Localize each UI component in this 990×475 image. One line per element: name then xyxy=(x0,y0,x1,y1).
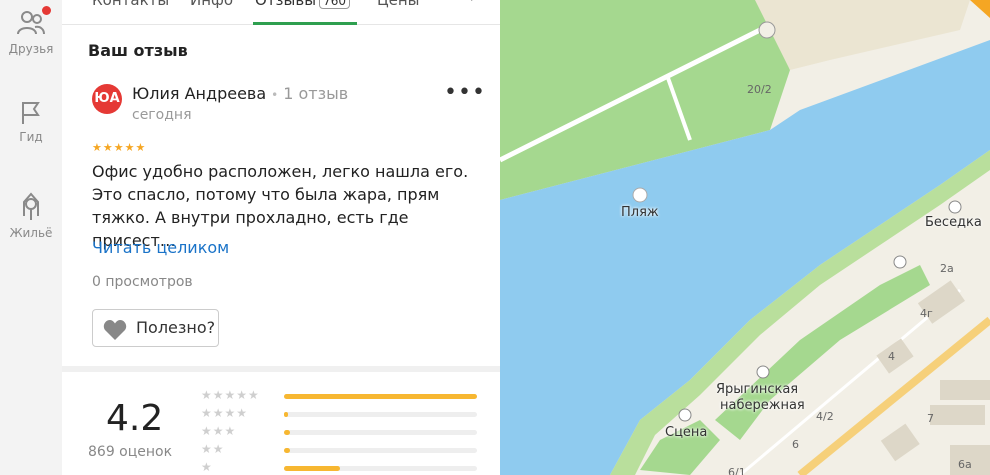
map-house-number: 6а xyxy=(958,458,972,471)
distribution-bar-track xyxy=(284,448,477,453)
map-house-number: 6/1 xyxy=(728,466,746,475)
sidebar-item-guide[interactable]: Гид xyxy=(0,100,62,144)
more-options-icon[interactable]: ••• xyxy=(444,82,486,104)
map-house-number: 2а xyxy=(940,262,954,275)
sidebar-item-label: Жильё xyxy=(9,226,53,240)
average-rating: 4.2 xyxy=(106,398,164,439)
review-text-line: Офис удобно расположен, легко нашла его. xyxy=(92,162,469,181)
map-house-number: 6 xyxy=(792,438,799,451)
distribution-stars: ★★★ xyxy=(201,424,237,438)
review-author: Юлия Андреева • 1 отзыв xyxy=(132,84,348,103)
map-house-number: 4 xyxy=(888,350,895,363)
map-label-embankment-2[interactable]: набережная xyxy=(720,398,805,413)
distribution-bar-fill xyxy=(284,448,290,453)
distribution-stars: ★ xyxy=(201,460,213,474)
review-date: сегодня xyxy=(132,107,192,123)
map-label-beach[interactable]: Пляж xyxy=(621,205,659,220)
distribution-bar-fill xyxy=(284,466,340,471)
sidebar-item-label: Гид xyxy=(19,130,43,144)
map-house-number: 4/2 xyxy=(816,410,834,423)
flag-icon xyxy=(22,102,40,124)
review-text-line: Это спасло, потому что была жара, прям xyxy=(92,185,440,204)
distribution-bar-track xyxy=(284,412,477,417)
tab-reviews-label: Отзывы xyxy=(255,0,317,9)
section-divider xyxy=(62,366,500,372)
distribution-bar-track xyxy=(284,430,477,435)
notification-dot xyxy=(42,6,51,15)
section-title: Ваш отзыв xyxy=(88,41,188,60)
map-label-gazebo[interactable]: Беседка xyxy=(925,215,982,230)
avatar[interactable]: ЮА xyxy=(92,84,122,114)
distribution-bar-fill xyxy=(284,412,288,417)
distribution-bar-fill xyxy=(284,430,290,435)
map-label-stage[interactable]: Сцена xyxy=(665,425,707,440)
distribution-bar-track xyxy=(284,394,477,399)
tab-info[interactable]: Инфо xyxy=(190,0,233,9)
author-name[interactable]: Юлия Андреева xyxy=(132,84,266,103)
map-house-number: 20/2 xyxy=(747,83,772,96)
place-card-panel: Контакты Инфо Отзывы760 Цены › Ваш отзыв… xyxy=(62,0,500,475)
distribution-bar-track xyxy=(284,466,477,471)
useful-label: Полезно? xyxy=(136,318,216,337)
distribution-bar-fill xyxy=(284,394,477,399)
map-label-embankment-1[interactable]: Ярыгинская xyxy=(716,382,798,397)
distribution-stars: ★★★★★ xyxy=(201,388,260,402)
tab-reviews[interactable]: Отзывы 760 xyxy=(255,0,350,9)
separator-dot: • xyxy=(271,88,279,102)
useful-button[interactable]: Полезно? xyxy=(92,309,219,347)
left-rail: Друзья Гид Жильё xyxy=(0,0,63,475)
distribution-stars: ★★★★ xyxy=(201,406,249,420)
read-more-link[interactable]: Читать целиком xyxy=(92,238,229,257)
tab-prices[interactable]: Цены xyxy=(377,0,420,9)
tab-bar: Контакты Инфо Отзывы760 Цены › xyxy=(62,0,500,25)
author-reviews-count: 1 отзыв xyxy=(283,84,349,103)
map-house-number: 4г xyxy=(920,307,933,320)
sidebar-item-housing[interactable]: Жильё xyxy=(0,188,62,240)
heart-icon xyxy=(103,320,127,340)
tab-contacts[interactable]: Контакты xyxy=(92,0,169,9)
review-stars: ★★★★★ xyxy=(92,141,147,154)
distribution-stars: ★★ xyxy=(201,442,225,456)
map[interactable]: Пляж Беседка Ярыгинская набережная Сцена… xyxy=(500,0,990,475)
views-count: 0 просмотров xyxy=(92,274,193,290)
active-tab-underline xyxy=(253,22,357,25)
ratings-count: 869 оценок xyxy=(88,444,173,460)
sidebar-item-friends[interactable]: Друзья xyxy=(0,6,62,56)
map-house-number: 7 xyxy=(927,412,934,425)
house-icon xyxy=(23,192,39,220)
sidebar-item-label: Друзья xyxy=(8,42,54,56)
tabs-scroll-icon[interactable]: › xyxy=(470,0,476,6)
reviews-badge: 760 xyxy=(319,0,350,9)
